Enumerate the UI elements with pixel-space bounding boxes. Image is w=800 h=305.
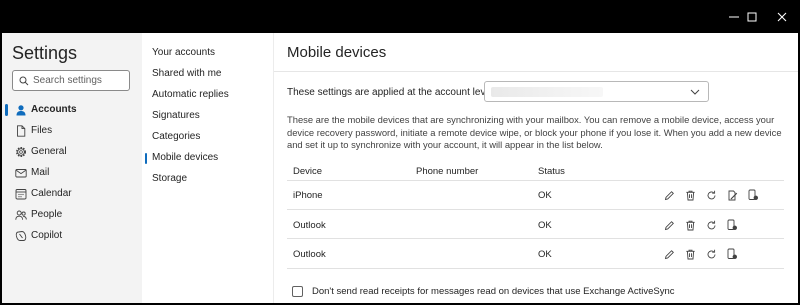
device-status: OK	[538, 249, 552, 260]
search-settings-input[interactable]	[33, 73, 127, 88]
settings-title: Settings	[12, 43, 78, 63]
subnav-item-label: Storage	[152, 173, 188, 184]
selection-indicator	[145, 153, 147, 164]
subnav-item-label: Your accounts	[152, 47, 216, 58]
subnav-item-signatures[interactable]: Signatures	[142, 107, 273, 125]
account-dropdown-value	[491, 87, 603, 97]
title-bar	[0, 0, 800, 33]
nav-item-calendar[interactable]: Calendar	[2, 184, 142, 204]
settings-nav-pane: Settings Accounts Files	[2, 33, 142, 303]
edit-icon	[664, 190, 674, 200]
device-name: iPhone	[293, 190, 323, 201]
account-level-label: These settings are applied at the accoun…	[287, 87, 497, 98]
block-device-button[interactable]	[725, 247, 739, 261]
nav-item-mail[interactable]: Mail	[2, 163, 142, 183]
column-header-device: Device	[293, 166, 323, 177]
block-device-button[interactable]	[746, 188, 760, 202]
chevron-down-icon	[690, 89, 700, 95]
subnav-item-label: Categories	[152, 131, 201, 142]
edit-button[interactable]	[662, 218, 676, 232]
person-icon	[16, 105, 26, 116]
delete-icon	[685, 249, 695, 259]
account-dropdown[interactable]	[484, 81, 709, 102]
nav-item-label: General	[31, 146, 67, 157]
wipe-device-button[interactable]	[725, 188, 739, 202]
subnav-item-automatic-replies[interactable]: Automatic replies	[142, 86, 273, 104]
nav-item-general[interactable]: General	[2, 142, 142, 162]
delete-icon	[685, 190, 695, 200]
wipe-icon	[728, 190, 737, 200]
divider	[274, 71, 798, 72]
subnav-item-label: Automatic replies	[152, 89, 229, 100]
table-divider	[287, 209, 784, 210]
refresh-button[interactable]	[704, 218, 718, 232]
nav-item-label: Accounts	[31, 104, 77, 115]
delete-button[interactable]	[683, 247, 697, 261]
gear-icon	[15, 146, 27, 158]
close-icon	[777, 12, 787, 21]
device-name: Outlook	[293, 249, 326, 260]
page-title: Mobile devices	[287, 44, 387, 61]
block-device-icon	[727, 248, 737, 259]
calendar-icon	[15, 189, 27, 200]
column-header-phone-number: Phone number	[416, 166, 479, 177]
subnav-item-mobile-devices[interactable]: Mobile devices	[142, 149, 273, 167]
device-status: OK	[538, 190, 552, 201]
table-divider	[287, 268, 784, 269]
device-status: OK	[538, 220, 552, 231]
nav-item-label: Calendar	[31, 188, 72, 199]
file-icon	[17, 125, 26, 137]
edit-button[interactable]	[662, 188, 676, 202]
selection-indicator	[5, 104, 8, 116]
block-device-icon	[727, 219, 737, 230]
nav-item-label: Copilot	[31, 230, 63, 241]
refresh-icon	[707, 190, 715, 199]
subnav-item-categories[interactable]: Categories	[142, 128, 273, 146]
people-icon	[15, 210, 27, 220]
refresh-icon	[707, 220, 715, 229]
nav-item-people[interactable]: People	[2, 205, 142, 225]
maximize-icon	[747, 12, 757, 21]
nav-item-label: People	[31, 209, 63, 220]
mail-icon	[15, 169, 27, 178]
table-divider	[287, 180, 784, 181]
edit-button[interactable]	[662, 247, 676, 261]
subnav-item-label: Mobile devices	[152, 152, 219, 163]
search-settings-box[interactable]	[12, 70, 130, 91]
nav-item-accounts[interactable]: Accounts	[2, 100, 142, 120]
refresh-icon	[707, 249, 715, 258]
edit-icon	[664, 249, 674, 259]
refresh-button[interactable]	[704, 188, 718, 202]
nav-item-copilot[interactable]: Copilot	[2, 226, 142, 246]
read-receipts-checkbox[interactable]	[292, 286, 303, 297]
accounts-subnav: Your accounts Shared with me Automatic r…	[142, 33, 274, 303]
subnav-item-label: Signatures	[152, 110, 200, 121]
table-divider	[287, 238, 784, 239]
nav-item-files[interactable]: Files	[2, 121, 142, 141]
block-device-button[interactable]	[725, 218, 739, 232]
search-icon	[19, 76, 29, 86]
subnav-item-shared-with-me[interactable]: Shared with me	[142, 65, 273, 83]
refresh-button[interactable]	[704, 247, 718, 261]
delete-icon	[685, 220, 695, 230]
close-button[interactable]	[762, 0, 800, 33]
copilot-icon	[15, 231, 27, 241]
nav-item-label: Files	[31, 125, 53, 136]
subnav-item-storage[interactable]: Storage	[142, 170, 273, 188]
subnav-item-label: Shared with me	[152, 68, 222, 79]
nav-item-label: Mail	[31, 167, 50, 178]
read-receipts-label: Don't send read receipts for messages re…	[312, 286, 675, 297]
block-device-icon	[748, 189, 758, 200]
settings-window: Settings Accounts Files	[2, 33, 798, 303]
delete-button[interactable]	[683, 218, 697, 232]
edit-icon	[664, 220, 674, 230]
delete-button[interactable]	[683, 188, 697, 202]
subnav-item-your-accounts[interactable]: Your accounts	[142, 44, 273, 62]
mobile-devices-panel: Mobile devices These settings are applie…	[274, 33, 798, 303]
description-text: These are the mobile devices that are sy…	[287, 114, 782, 150]
column-header-status: Status	[538, 166, 565, 177]
device-name: Outlook	[293, 220, 326, 231]
